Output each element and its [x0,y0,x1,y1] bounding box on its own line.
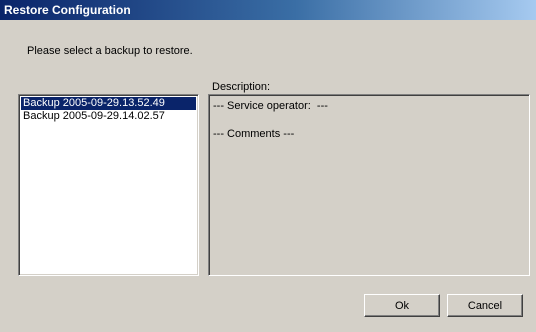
ok-button[interactable]: Ok [364,294,440,317]
backup-list-item[interactable]: Backup 2005-09-29.13.52.49 [21,97,196,110]
comments-line: --- Comments --- [213,128,295,140]
title-bar[interactable]: Restore Configuration [0,0,536,20]
description-box: --- Service operator: --- --- Comments -… [208,94,530,276]
backup-listbox[interactable]: Backup 2005-09-29.13.52.49 Backup 2005-0… [18,94,199,276]
backup-list-item[interactable]: Backup 2005-09-29.14.02.57 [21,110,196,123]
instruction-text: Please select a backup to restore. [27,45,193,57]
cancel-button[interactable]: Cancel [447,294,523,317]
window-title: Restore Configuration [4,3,131,17]
description-label: Description: [212,81,271,93]
service-operator-line: --- Service operator: --- [213,100,328,112]
